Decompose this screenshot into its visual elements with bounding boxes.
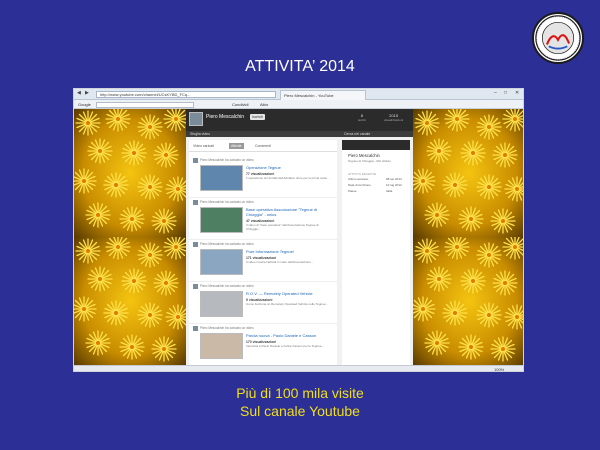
video-title[interactable]: Operazione Tegnue	[246, 165, 334, 170]
avatar	[193, 200, 198, 205]
yellow-coral-image	[413, 237, 523, 365]
zoom-level[interactable]: 100%	[494, 367, 504, 371]
favorites-bar: Google Condividi Altro	[74, 100, 523, 109]
avatar	[193, 326, 198, 331]
video-description: Intervista a Paolo Daniele e Felice Cass…	[246, 344, 324, 348]
list-item[interactable]: Piero Mescalchin ha caricato un video Op…	[189, 156, 337, 198]
back-icon[interactable]: ◀	[77, 90, 81, 96]
list-item[interactable]: Piero Mescalchin ha caricato un video R.…	[189, 282, 337, 324]
association-logo-icon	[532, 12, 584, 64]
channel-header: Piero Mescalchin Iscriviti 8 iscritti 201…	[186, 109, 413, 131]
list-item[interactable]: Piero Mescalchin ha caricato un video Pu…	[189, 240, 337, 282]
channel-info-panel: Piero Mescalchin Tegnue di Chioggia - Mi…	[342, 140, 410, 365]
activity-line: Piero Mescalchin ha caricato un video	[200, 200, 254, 204]
avatar	[193, 284, 198, 289]
video-title[interactable]: Parola nuova - Paolo Daniele e Casson	[246, 333, 334, 338]
video-title[interactable]: Base operativa Associazione "Tegnue di C…	[246, 207, 334, 217]
list-item[interactable]: Piero Mescalchin ha caricato un video Ba…	[189, 198, 337, 240]
avatar	[193, 242, 198, 247]
caption-line-1: Più di 100 mila visite	[236, 385, 364, 401]
tab-activity[interactable]: Attività	[229, 143, 244, 149]
browser-screenshot: ◀ ▶ http://www.youtube.com/channel/UCsKY…	[73, 88, 524, 372]
google-search-input[interactable]	[96, 102, 194, 108]
slide-title: ATTIVITA’ 2014	[245, 58, 355, 75]
avatar	[193, 158, 198, 163]
panel-header	[342, 140, 410, 150]
channel-tabs: Video caricati Attività Commenti	[189, 140, 337, 152]
yellow-coral-image	[413, 109, 523, 237]
subscribe-button[interactable]: Iscriviti	[250, 114, 265, 120]
browser-tab[interactable]: Piero Mescalchin - YouTube	[280, 90, 366, 100]
page-content: Piero Mescalchin Iscriviti 8 iscritti 201…	[74, 109, 523, 365]
yellow-coral-image	[74, 109, 186, 237]
youtube-channel: Piero Mescalchin Iscriviti 8 iscritti 201…	[186, 109, 413, 365]
more-button[interactable]: Altro	[260, 101, 268, 108]
video-thumbnail[interactable]	[200, 291, 243, 317]
activity-line: Piero Mescalchin ha caricato un video	[200, 242, 254, 246]
video-title[interactable]: Pure Informazione Tegnue!	[246, 249, 334, 254]
video-description: Il video mostra l'attività in mare dell'…	[246, 260, 314, 264]
info-row: Paese Italia	[348, 189, 393, 193]
caption-line-2: Sul canale Youtube	[240, 403, 360, 419]
google-label: Google	[78, 102, 91, 107]
tab-comments[interactable]: Commenti	[255, 144, 271, 148]
avatar[interactable]	[189, 112, 203, 126]
activity-feed: Piero Mescalchin ha caricato un video Op…	[189, 156, 337, 365]
address-bar[interactable]: http://www.youtube.com/channel/UCsKYBD_F…	[96, 91, 276, 98]
video-description: L'operazione sui fondali dell'Adriatico …	[246, 176, 329, 180]
stat-views: 2015 visualizzazioni	[384, 113, 404, 122]
maximize-icon[interactable]: □	[504, 90, 507, 96]
activity-line: Piero Mescalchin ha caricato un video	[200, 284, 254, 288]
video-thumbnail[interactable]	[200, 165, 243, 191]
video-thumbnail[interactable]	[200, 249, 243, 275]
video-description: Il video di "base operativa" dell'Associ…	[246, 223, 319, 231]
minimize-icon[interactable]: –	[494, 90, 497, 96]
activity-line: Piero Mescalchin ha caricato un video	[200, 158, 254, 162]
stat-subscribers: 8 iscritti	[358, 113, 366, 122]
status-bar: 100%	[74, 365, 523, 371]
video-thumbnail[interactable]	[200, 333, 243, 359]
list-item[interactable]: Piero Mescalchin ha caricato un video Pa…	[189, 324, 337, 365]
activity-line: Piero Mescalchin ha caricato un video	[200, 326, 254, 330]
close-icon[interactable]: ✕	[515, 90, 519, 96]
channel-search-input[interactable]: Cerca nel canale	[344, 132, 370, 136]
browser-tab-bar: ◀ ▶ http://www.youtube.com/channel/UCsKY…	[74, 89, 523, 100]
channel-nav: Sfoglia video Cerca nel canale	[186, 131, 413, 137]
share-button[interactable]: Condividi	[232, 101, 248, 108]
tab-uploads[interactable]: Video caricati	[193, 144, 214, 148]
side-channel-name[interactable]: Piero Mescalchin	[342, 150, 410, 158]
channel-name[interactable]: Piero Mescalchin	[206, 114, 244, 120]
side-channel-desc: Tegnue di Chioggia - Mio Istituto	[348, 159, 391, 163]
activity-panel: Video caricati Attività Commenti Piero M…	[189, 140, 337, 365]
yellow-coral-image	[74, 237, 186, 365]
video-description: Come funziona un Remotely Operated Vehic…	[246, 302, 328, 306]
forward-icon[interactable]: ▶	[85, 90, 89, 96]
browse-videos-link[interactable]: Sfoglia video	[190, 132, 210, 136]
video-title[interactable]: R.O.V. — Remotely Operated Vehicle	[246, 291, 334, 296]
video-thumbnail[interactable]	[200, 207, 243, 233]
